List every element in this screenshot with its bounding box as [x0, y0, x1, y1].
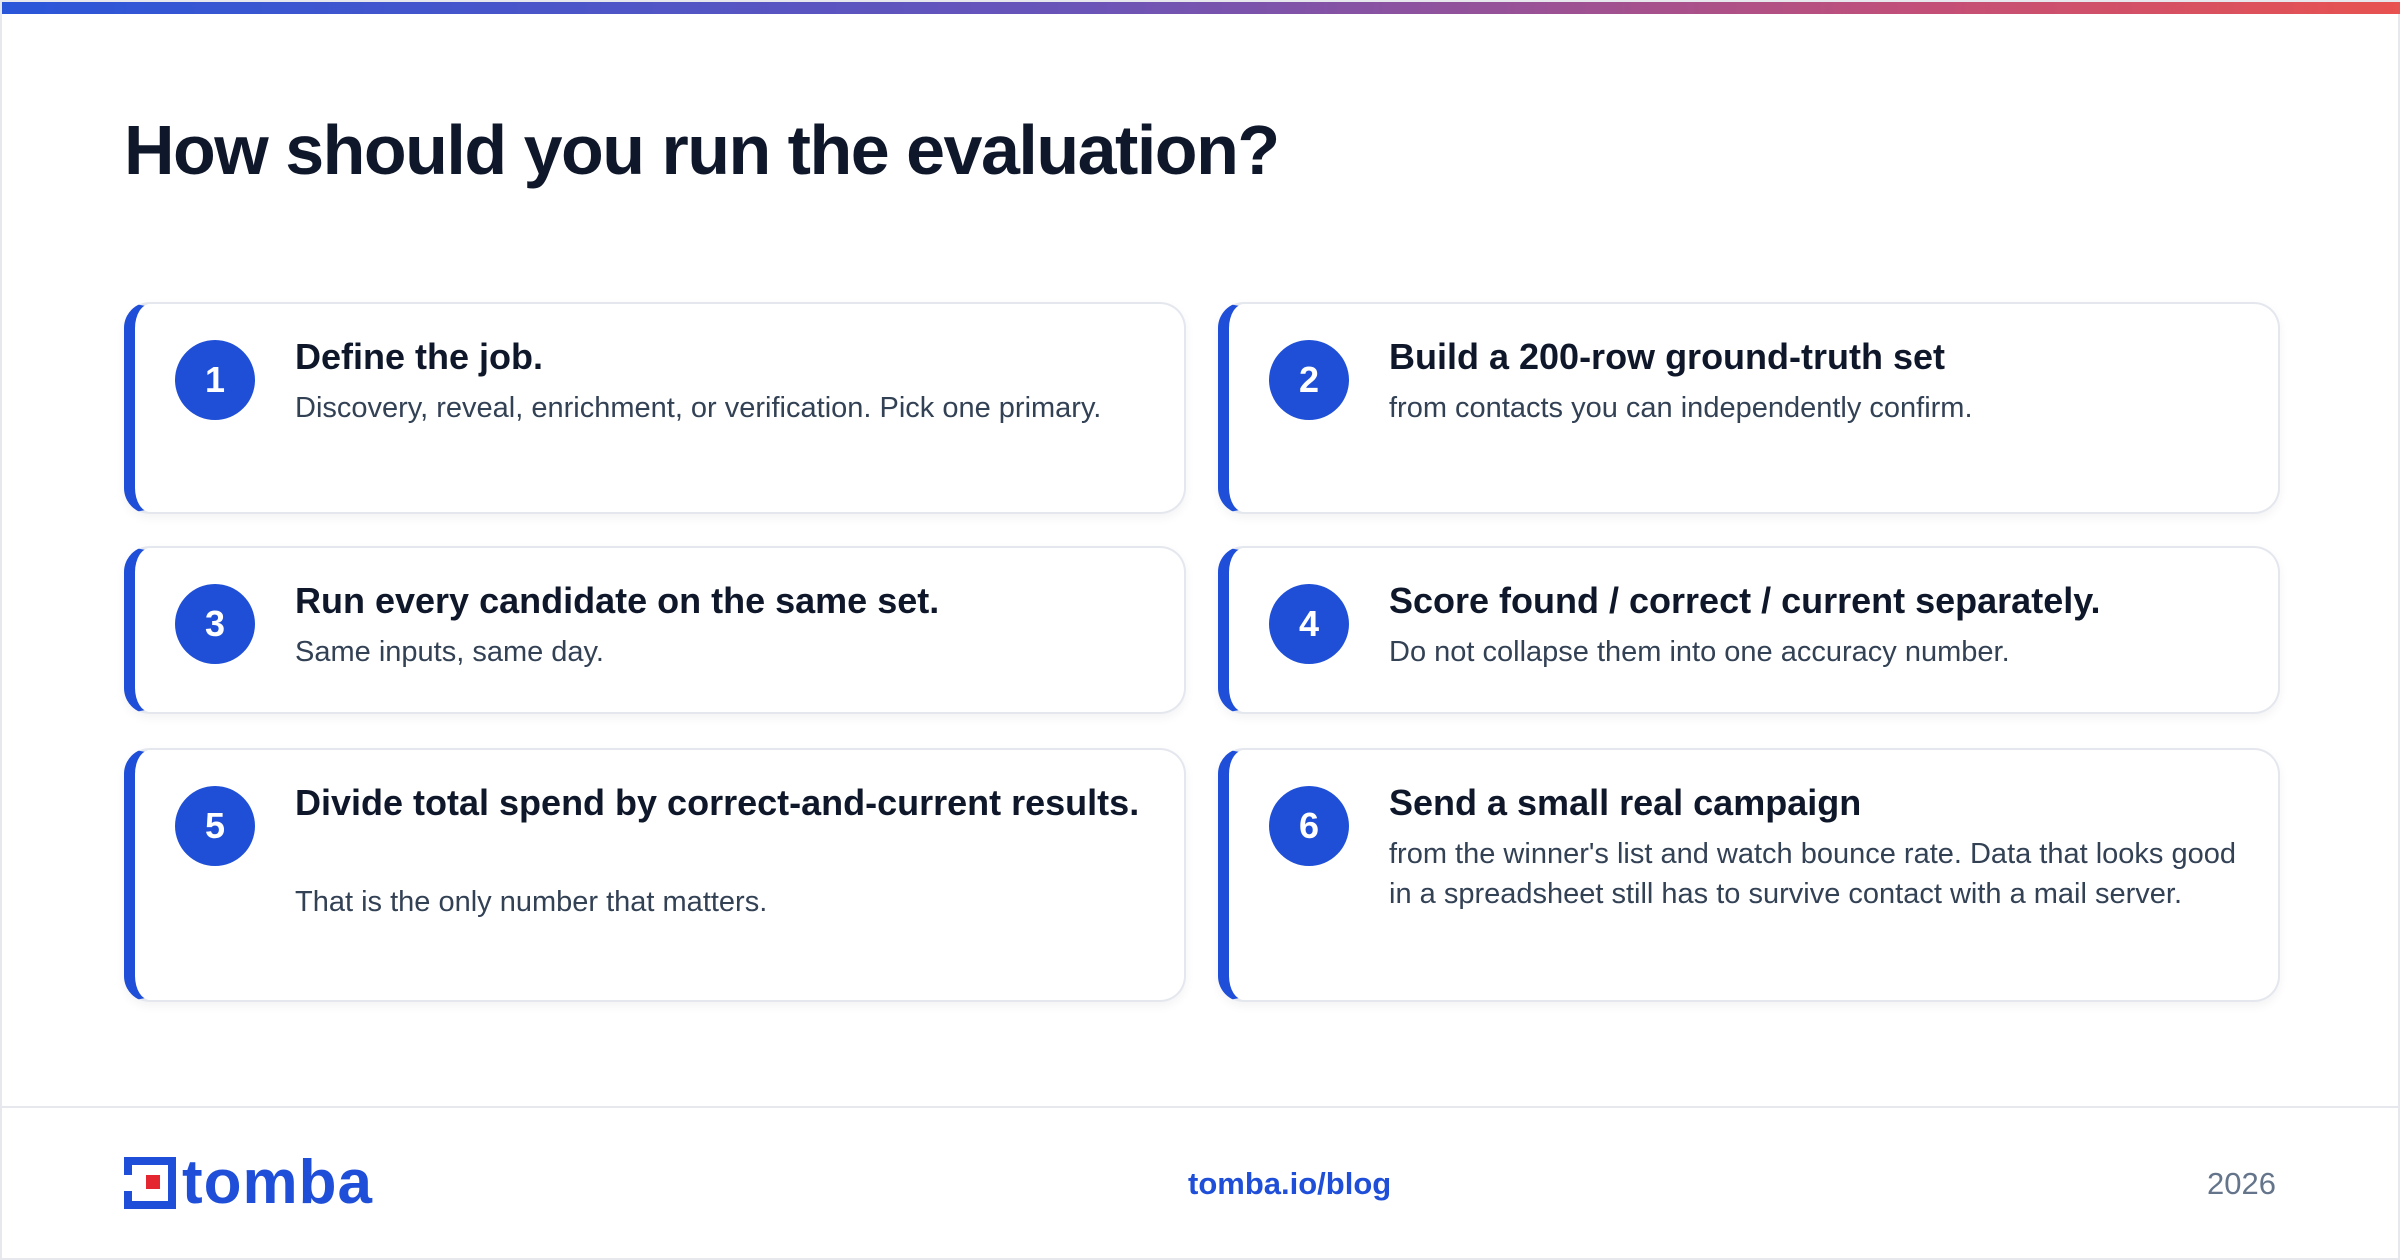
step-number-badge: 3 — [175, 584, 255, 664]
step-number-badge: 6 — [1269, 786, 1349, 866]
footer-year: 2026 — [2207, 1166, 2276, 1201]
step-title: Build a 200-row ground-truth set — [1389, 336, 1946, 377]
step-number-badge: 5 — [175, 786, 255, 866]
step-card-5: 5 Divide total spend by correct-and-curr… — [124, 748, 1186, 1002]
page-title: How should you run the evaluation? — [124, 111, 1280, 189]
step-card-6: 6 Send a small real campaign from the wi… — [1218, 748, 2280, 1002]
logo-wordmark: tomba — [182, 1148, 373, 1217]
step-card-3: 3 Run every candidate on the same set. S… — [124, 546, 1186, 714]
tomba-logo-icon — [124, 1157, 176, 1209]
step-card-4: 4 Score found / correct / current separa… — [1218, 546, 2280, 714]
step-description: That is the only number that matters. — [295, 886, 768, 918]
accent-bar — [2, 2, 2400, 14]
step-title: Run every candidate on the same set. — [295, 580, 940, 621]
blog-link[interactable]: tomba.io/blog — [1188, 1166, 1391, 1202]
step-description: Do not collapse them into one accuracy n… — [1389, 636, 2010, 668]
step-number-badge: 4 — [1269, 584, 1349, 664]
step-title: Score found / correct / current separate… — [1389, 580, 2101, 621]
step-description: Same inputs, same day. — [295, 636, 604, 668]
slide-frame: How should you run the evaluation? 1 Def… — [0, 0, 2400, 1260]
footer-divider — [2, 1106, 2400, 1108]
tomba-logo: tomba — [124, 1148, 373, 1217]
step-number-badge: 2 — [1269, 340, 1349, 420]
step-title: Send a small real campaign — [1389, 782, 1862, 823]
step-description: from contacts you can independently conf… — [1389, 392, 1973, 424]
step-description: from the winner's list and watch bounce … — [1389, 838, 2237, 910]
step-title: Divide total spend by correct-and-curren… — [295, 782, 1140, 823]
step-number-badge: 1 — [175, 340, 255, 420]
step-description: Discovery, reveal, enrichment, or verifi… — [295, 392, 1102, 424]
step-card-1: 1 Define the job. Discovery, reveal, enr… — [124, 302, 1186, 514]
step-card-2: 2 Build a 200-row ground-truth set from … — [1218, 302, 2280, 514]
step-title: Define the job. — [295, 336, 544, 377]
